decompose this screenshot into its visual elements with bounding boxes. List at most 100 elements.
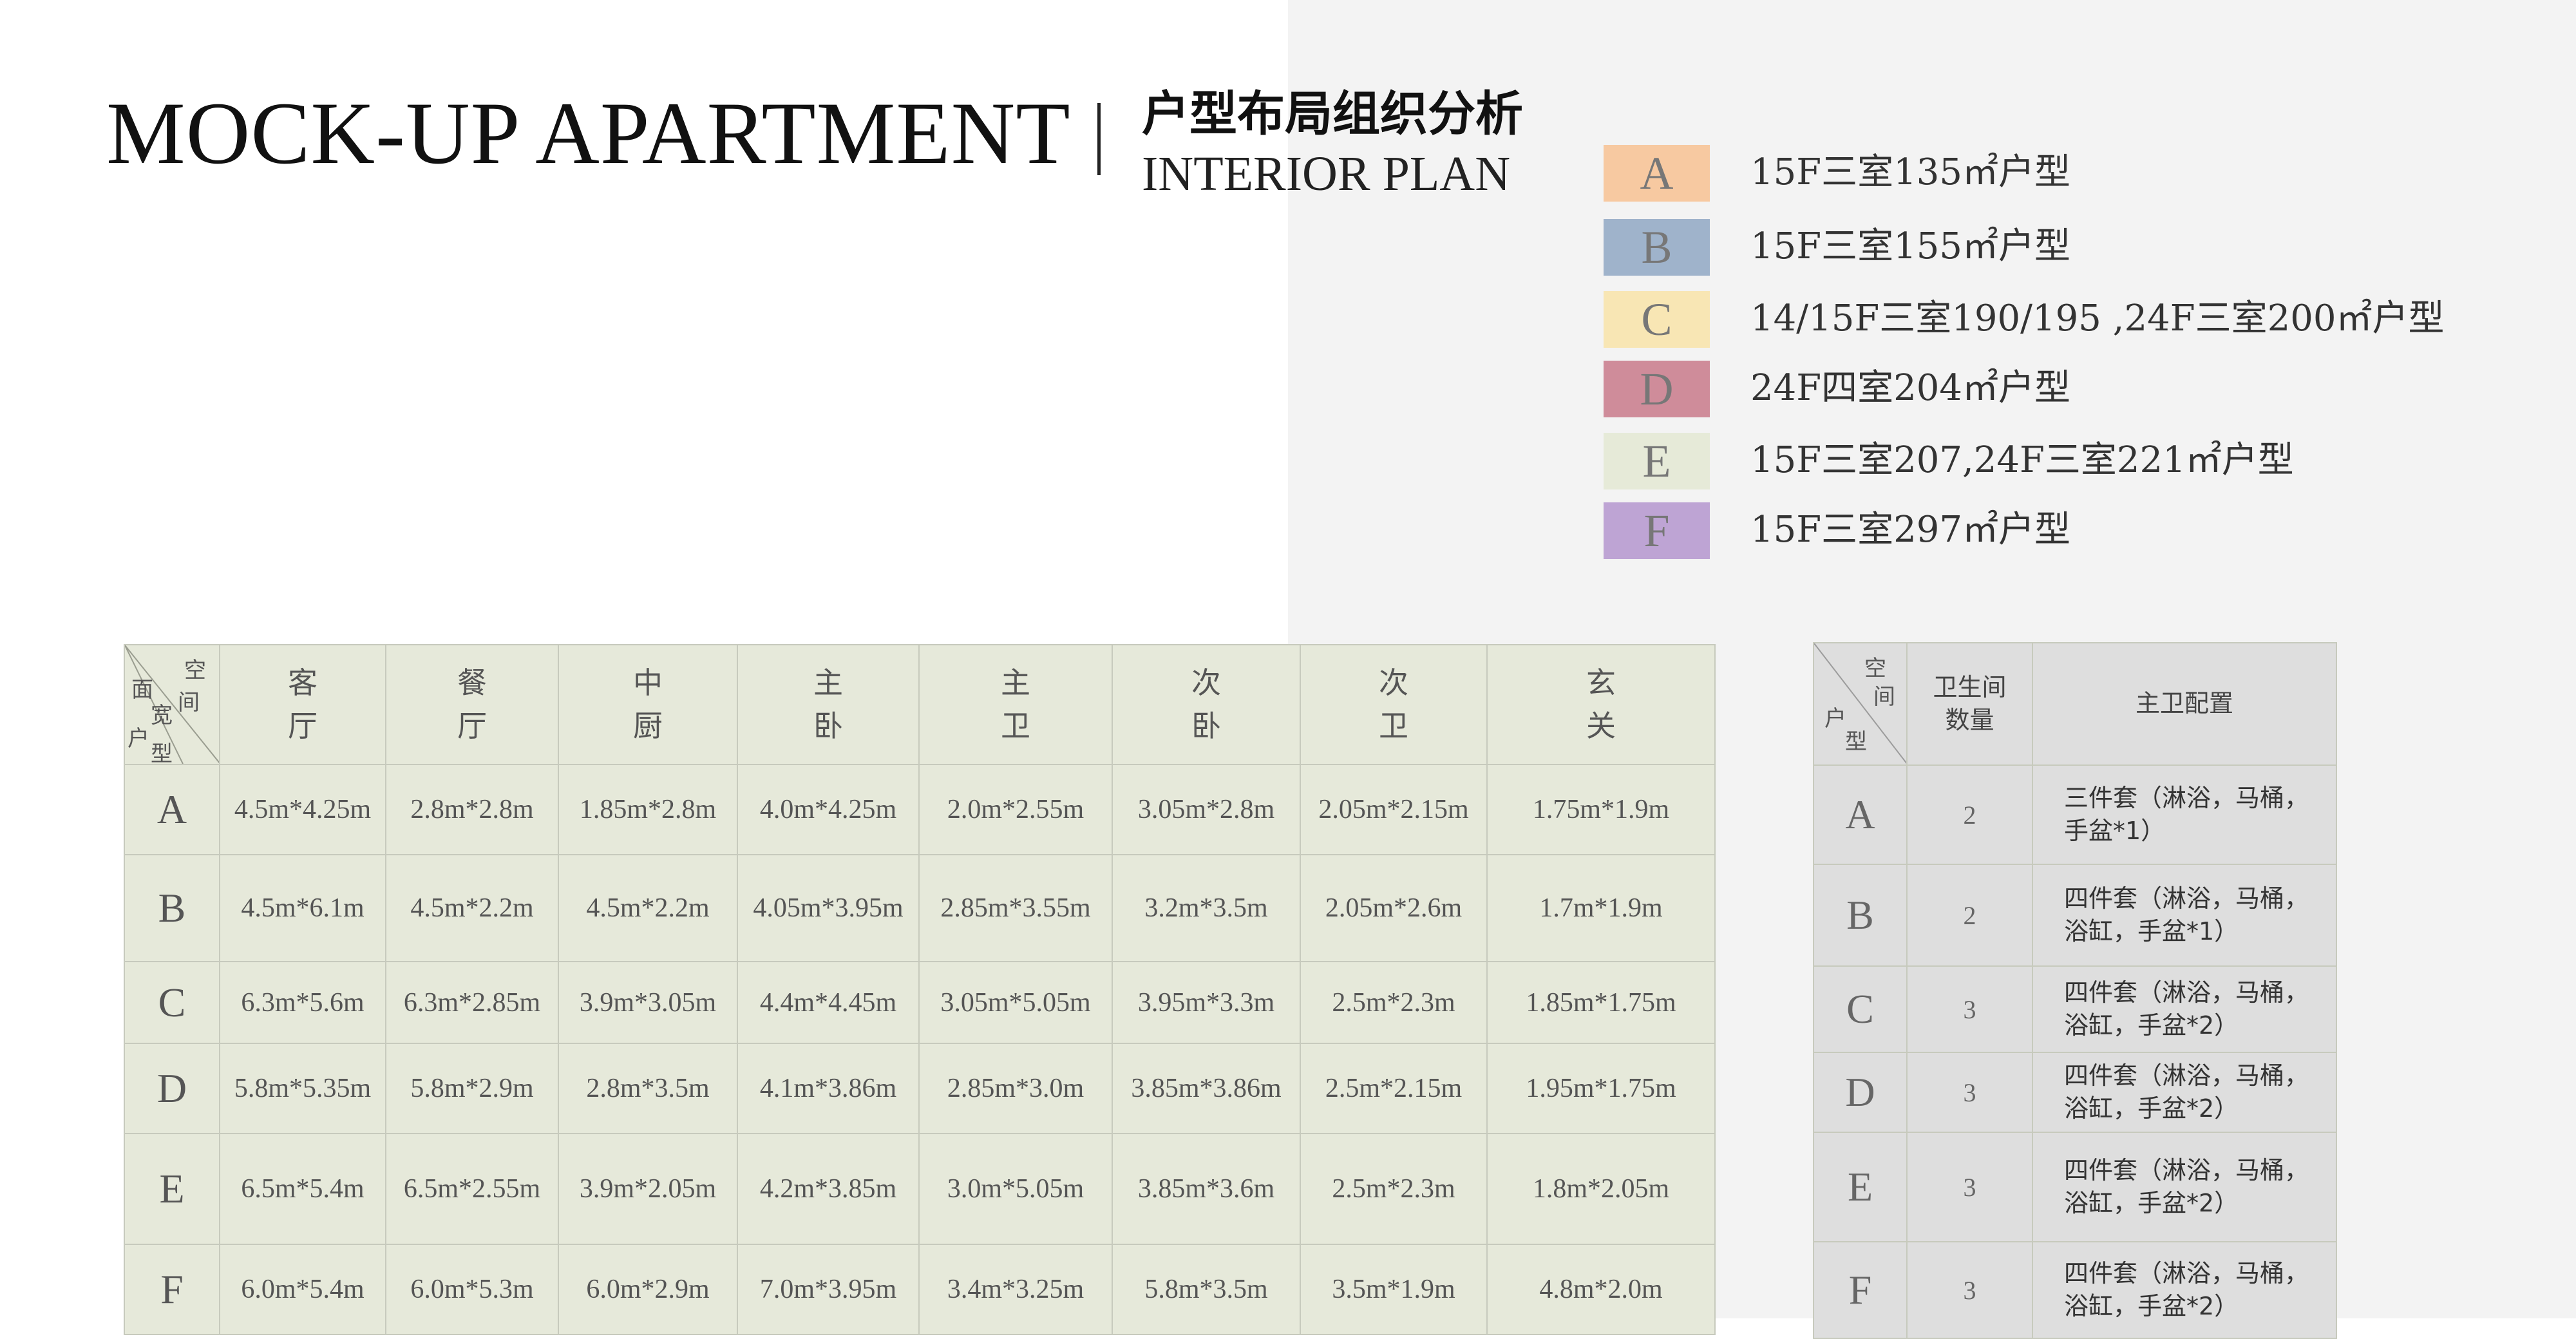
table-cell: 1.8m*2.05m [1486,1133,1716,1245]
row-label-e: E [124,1133,220,1245]
chinese-title: 户型布局组织分析 [1142,86,1523,142]
table-row: B 2 四件套（淋浴，马桶， 浴缸，手盆*1） [1813,864,2337,967]
table-cell: 4.5m*6.1m [219,854,386,962]
table-row: E 3 四件套（淋浴，马桶， 浴缸，手盆*2） [1813,1132,2337,1242]
legend-label-b: 15F三室155㎡户型 [1750,225,2070,267]
header-kitchen: 中厨 [558,644,738,765]
table-cell: 4.2m*3.85m [737,1133,920,1245]
corner-label-top: 空 [1864,656,1886,681]
bath-config: 四件套（淋浴，马桶， 浴缸，手盆*2） [2032,1241,2337,1339]
corner-header-cell: 空 间 面 宽 户 型 [124,644,220,765]
bathroom-count: 2 [1906,864,2033,967]
table-cell: 6.0m*5.4m [219,1244,386,1335]
bath-config: 四件套（淋浴，马桶， 浴缸，手盆*2） [2032,1132,2337,1242]
header-bathroom-count: 卫生间 数量 [1906,642,2033,766]
table-cell: 7.0m*3.95m [737,1244,920,1335]
row-label-e: E [1813,1132,1908,1242]
legend-label-e: 15F三室207,24F三室221㎡户型 [1750,439,2294,481]
table-cell: 2.5m*2.3m [1300,961,1488,1044]
corner-label-c3: 户 [128,726,149,752]
diagonal-header: 空 间 面 宽 户 型 [126,646,218,764]
table-cell: 5.8m*5.35m [219,1043,386,1134]
table-cell: 6.5m*5.4m [219,1133,386,1245]
legend-swatch-f: F [1604,502,1710,559]
row-label-a: A [1813,764,1908,865]
table-cell: 4.8m*2.0m [1486,1244,1716,1335]
table-row: F 3 四件套（淋浴，马桶， 浴缸，手盆*2） [1813,1241,2337,1339]
table-cell: 1.7m*1.9m [1486,854,1716,962]
table-cell: 2.5m*2.3m [1300,1133,1488,1245]
table-row: C 3 四件套（淋浴，马桶， 浴缸，手盆*2） [1813,965,2337,1053]
table-cell: 6.0m*2.9m [558,1244,738,1335]
corner-label-c2: 宽 [151,703,173,728]
legend-swatch-d: D [1604,361,1710,417]
table-header-row: 空 间 户 型 卫生间 数量 主卫配置 [1813,642,2337,766]
row-label-c: C [124,961,220,1044]
bathroom-count: 3 [1906,1241,2033,1339]
legend-label-a: 15F三室135㎡户型 [1750,151,2070,193]
header-master-bath-config: 主卫配置 [2032,642,2337,766]
table-cell: 1.75m*1.9m [1486,764,1716,855]
legend-swatch-c: C [1604,291,1710,348]
table-cell: 3.4m*3.25m [918,1244,1113,1335]
header-second-bath: 次卫 [1300,644,1488,765]
header-master-bedroom: 主卧 [737,644,920,765]
legend-swatch-e: E [1604,433,1710,489]
table-cell: 6.3m*5.6m [219,961,386,1044]
header-second-bedroom: 次卧 [1112,644,1301,765]
legend-label-d: 24F四室204㎡户型 [1750,367,2070,409]
table-cell: 4.5m*2.2m [385,854,559,962]
bath-config: 三件套（淋浴，马桶， 手盆*1） [2032,764,2337,865]
row-label-d: D [1813,1052,1908,1133]
room-dimension-table: 空 间 面 宽 户 型 客厅 餐厅 中厨 主卧 主卫 次卧 次卫 玄关 A 4.… [124,644,1716,1335]
bath-config: 四件套（淋浴，马桶， 浴缸，手盆*2） [2032,965,2337,1053]
table-cell: 3.05m*2.8m [1112,764,1301,855]
header-entrance: 玄关 [1486,644,1716,765]
table-cell: 3.5m*1.9m [1300,1244,1488,1335]
corner-label-c1: 户 [1824,706,1846,732]
table-cell: 2.5m*2.15m [1300,1043,1488,1134]
legend-label-f: 15F三室297㎡户型 [1750,509,2070,551]
table-cell: 5.8m*3.5m [1112,1244,1301,1335]
table-row: A 4.5m*4.25m 2.8m*2.8m 1.85m*2.8m 4.0m*4… [124,764,1716,855]
table-cell: 3.9m*3.05m [558,961,738,1044]
corner-label-c4: 型 [151,741,173,764]
row-label-f: F [124,1244,220,1335]
header-dining-room: 餐厅 [385,644,559,765]
table-cell: 2.8m*3.5m [558,1043,738,1134]
bathroom-count: 3 [1906,1052,2033,1133]
page-title: MOCK-UP APARTMENT [106,84,1071,182]
table-cell: 2.8m*2.8m [385,764,559,855]
row-label-a: A [124,764,220,855]
corner-label-top: 空 [184,658,206,683]
table-cell: 4.1m*3.86m [737,1043,920,1134]
table-cell: 6.3m*2.85m [385,961,559,1044]
table-cell: 6.0m*5.3m [385,1244,559,1335]
table-cell: 4.05m*3.95m [737,854,920,962]
table-cell: 3.85m*3.6m [1112,1133,1301,1245]
title-divider [1097,103,1101,175]
corner-label-c2: 型 [1845,729,1867,755]
legend-swatch-b: B [1604,219,1710,276]
legend-swatch-a: A [1604,145,1710,202]
table-cell: 5.8m*2.9m [385,1043,559,1134]
table-cell: 1.85m*2.8m [558,764,738,855]
table-row: D 5.8m*5.35m 5.8m*2.9m 2.8m*3.5m 4.1m*3.… [124,1043,1716,1134]
table-row: C 6.3m*5.6m 6.3m*2.85m 3.9m*3.05m 4.4m*4… [124,961,1716,1044]
table-row: B 4.5m*6.1m 4.5m*2.2m 4.5m*2.2m 4.05m*3.… [124,854,1716,962]
bathroom-count: 3 [1906,965,2033,1053]
table-cell: 1.95m*1.75m [1486,1043,1716,1134]
header-living-room: 客厅 [219,644,386,765]
table-row: A 2 三件套（淋浴，马桶， 手盆*1） [1813,764,2337,865]
table-cell: 2.85m*3.0m [918,1043,1113,1134]
table-cell: 4.0m*4.25m [737,764,920,855]
legend-label-c: 14/15F三室190/195 ,24F三室200㎡户型 [1750,298,2445,339]
table-cell: 1.85m*1.75m [1486,961,1716,1044]
table-cell: 2.05m*2.15m [1300,764,1488,855]
table-cell: 3.05m*5.05m [918,961,1113,1044]
table-row: F 6.0m*5.4m 6.0m*5.3m 6.0m*2.9m 7.0m*3.9… [124,1244,1716,1335]
bathroom-count: 3 [1906,1132,2033,1242]
row-label-d: D [124,1043,220,1134]
table-row: E 6.5m*5.4m 6.5m*2.55m 3.9m*2.05m 4.2m*3… [124,1133,1716,1245]
bath-config: 四件套（淋浴，马桶， 浴缸，手盆*1） [2032,864,2337,967]
